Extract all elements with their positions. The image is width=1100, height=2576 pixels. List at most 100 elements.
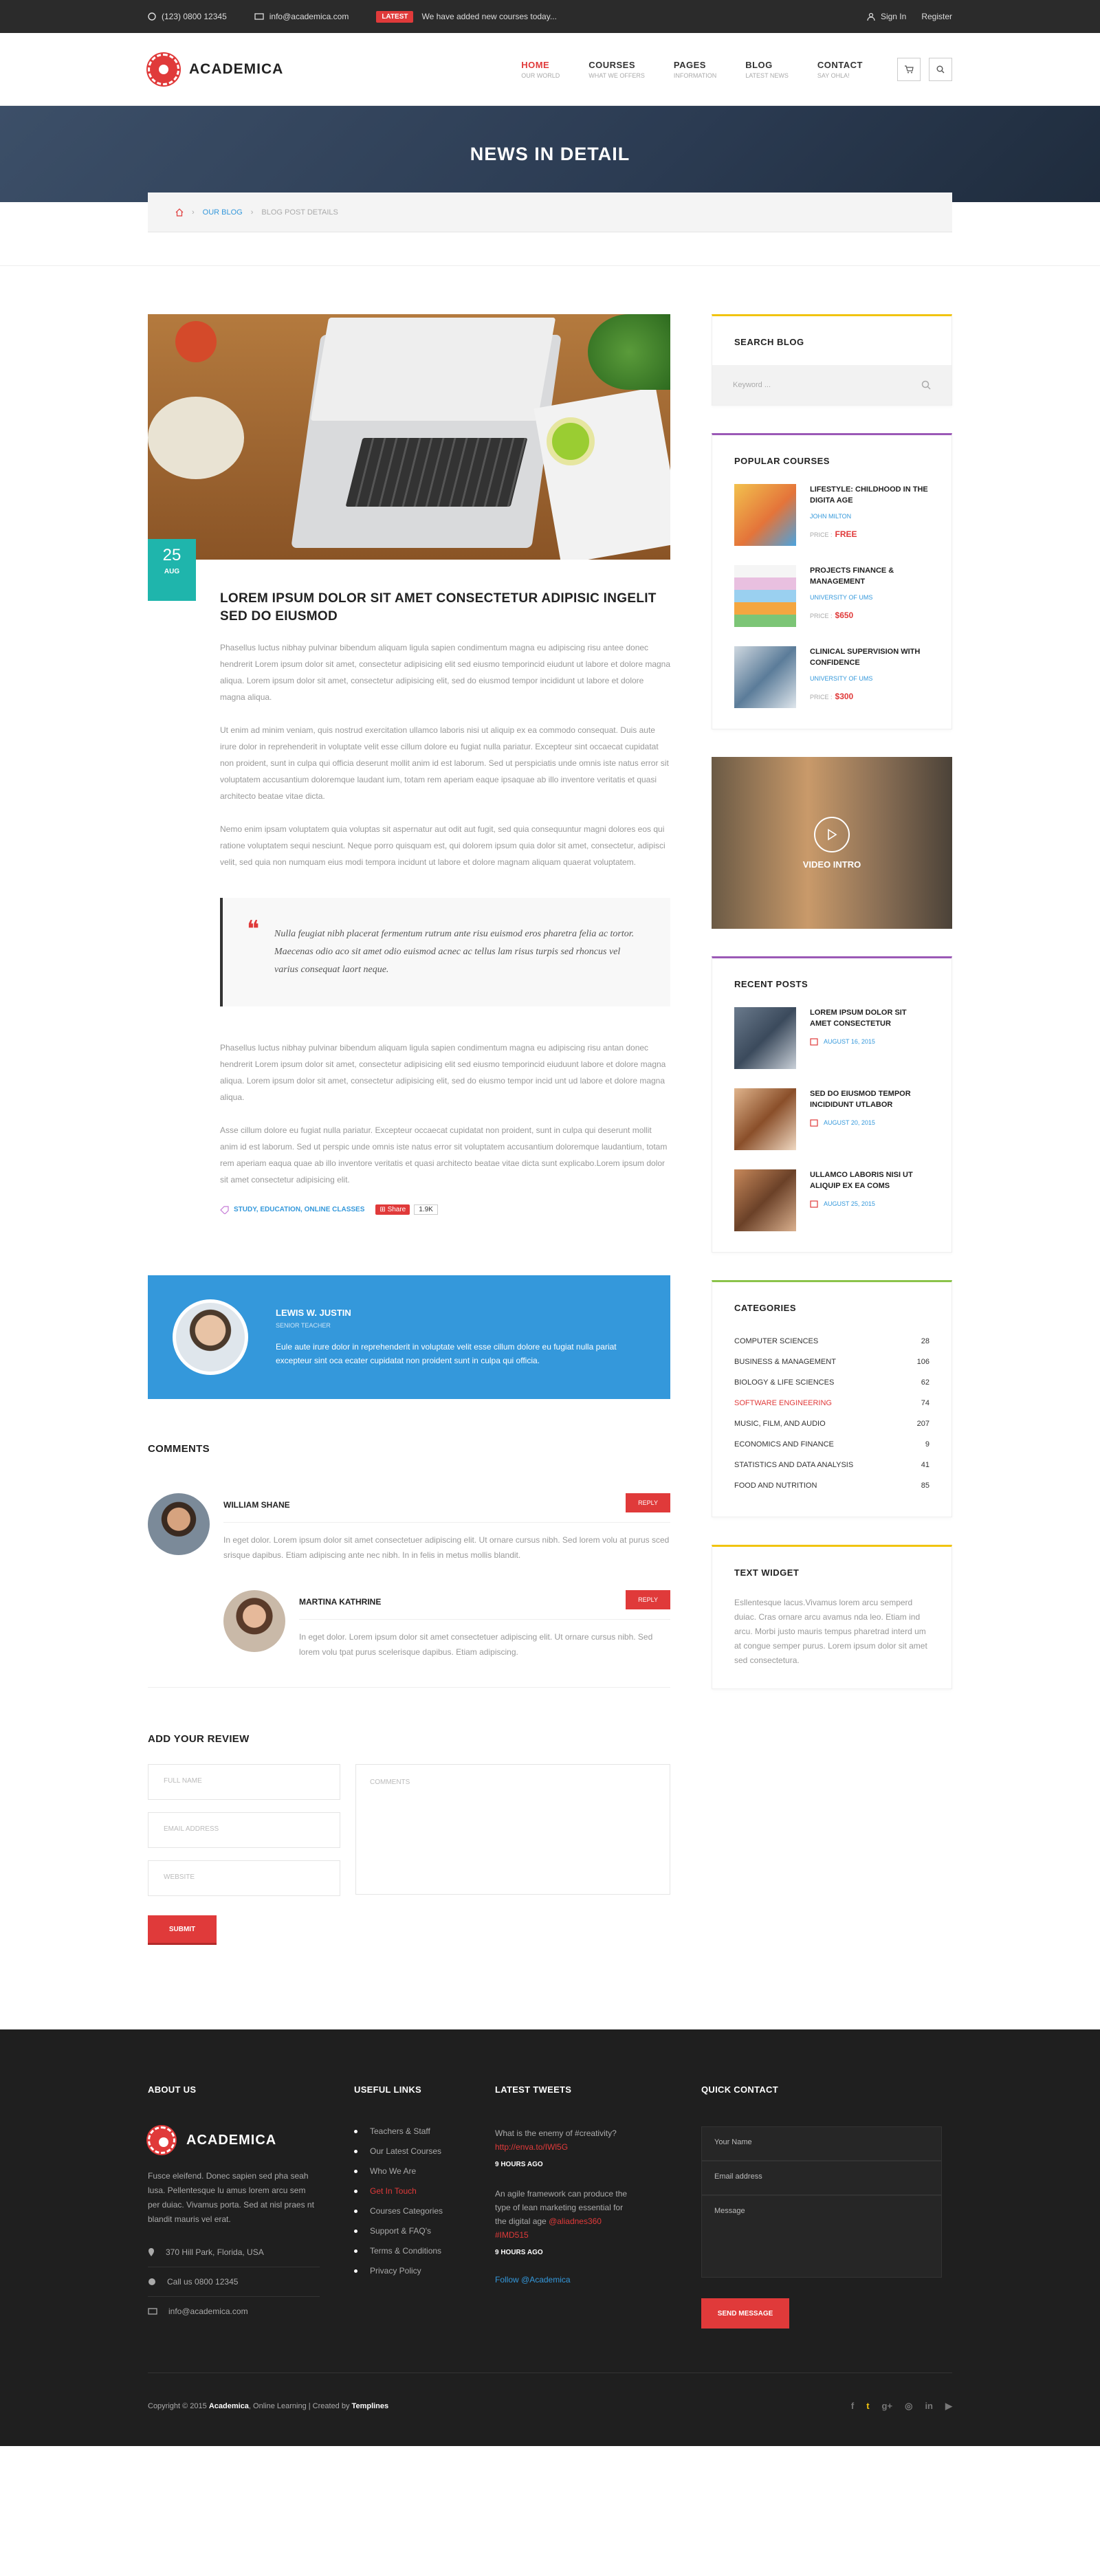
search-icon[interactable] <box>921 380 931 390</box>
nav-home[interactable]: HOME OUR WORLD <box>521 60 560 79</box>
post-thumbnail <box>734 1007 796 1069</box>
footer-about-text: Fusce eleifend. Donec sapien sed pha sea… <box>148 2171 314 2224</box>
course-title: LIFESTYLE: CHILDHOOD IN THE DIGITA AGE <box>810 485 928 505</box>
full-name-input[interactable]: FULL NAME <box>148 1764 340 1800</box>
cart-icon <box>905 65 914 74</box>
submit-button[interactable]: SUBMIT <box>148 1915 217 1943</box>
reply-button[interactable]: REPLY <box>626 1590 670 1609</box>
quick-email-input[interactable]: Email address <box>701 2161 942 2195</box>
quick-name-input[interactable]: Your Name <box>701 2126 942 2161</box>
user-icon <box>867 12 875 21</box>
course-item[interactable]: PROJECTS FINANCE & MANAGEMENT UNIVERSITY… <box>734 565 930 627</box>
footer-phone: Call us 0800 12345 <box>148 2277 320 2297</box>
youtube-icon[interactable]: ▶ <box>945 2401 952 2412</box>
nav-label: PAGES <box>673 60 706 70</box>
comment-text: In eget dolor. Lorem ipsum dolor sit ame… <box>223 1535 670 1560</box>
category-item[interactable]: BIOLOGY & LIFE SCIENCES 62 <box>734 1372 930 1393</box>
search-button[interactable] <box>929 58 952 81</box>
breadcrumb-blog-link[interactable]: OUR BLOG <box>203 208 243 217</box>
footer-link[interactable]: Teachers & Staff <box>354 2126 495 2136</box>
facebook-icon[interactable]: f <box>851 2401 854 2412</box>
website-input[interactable]: WEBSITE <box>148 1860 340 1896</box>
follow-link[interactable]: Follow @Academica <box>495 2275 632 2285</box>
footer-link[interactable]: Who We Are <box>354 2166 495 2176</box>
recent-post[interactable]: LOREM IPSUM DOLOR SIT AMET CONSECTETUR A… <box>734 1007 930 1069</box>
course-author: JOHN MILTON <box>810 513 852 520</box>
search-blog-input[interactable]: Keyword ... <box>712 365 952 405</box>
date-day: 25 <box>162 546 182 564</box>
widget-title: POPULAR COURSES <box>734 456 830 466</box>
footer-link[interactable]: Get In Touch <box>354 2186 495 2196</box>
recent-post-date: AUGUST 16, 2015 <box>810 1037 930 1046</box>
quick-message-textarea[interactable]: Message <box>701 2195 942 2278</box>
twitter-icon[interactable]: t <box>866 2401 869 2412</box>
comments-textarea[interactable]: COMMENTS <box>355 1764 670 1895</box>
social-links: f t g+ ◎ in ▶ <box>839 2401 952 2412</box>
search-placeholder: Keyword ... <box>733 381 771 389</box>
course-item[interactable]: CLINICAL SUPERVISION WITH CONFIDENCE UNI… <box>734 646 930 708</box>
footer-link[interactable]: Privacy Policy <box>354 2266 495 2276</box>
widget-title: SEARCH BLOG <box>734 337 804 347</box>
comment-text: In eget dolor. Lorem ipsum dolor sit ame… <box>299 1632 653 1657</box>
post-paragraph: Ut enim ad minim veniam, quis nostrud ex… <box>220 725 669 801</box>
send-message-button[interactable]: SEND MESSAGE <box>701 2298 789 2329</box>
copyright-author[interactable]: Templines <box>352 2402 389 2410</box>
post-paragraph: Phasellus luctus nibhay pulvinar bibendu… <box>220 643 671 702</box>
tweet-text: What is the enemy of #creativity? <box>495 2128 617 2138</box>
logo-icon <box>148 2126 175 2154</box>
tweet-time: 9 HOURS AGO <box>495 2249 543 2256</box>
course-thumbnail <box>734 646 796 708</box>
category-item[interactable]: MUSIC, FILM, AND AUDIO 207 <box>734 1413 930 1434</box>
linkedin-icon[interactable]: in <box>925 2401 933 2412</box>
google-plus-icon[interactable]: g+ <box>882 2401 893 2412</box>
footer-link[interactable]: Our Latest Courses <box>354 2146 495 2156</box>
commenter-name: WILLIAM SHANE <box>223 1493 670 1523</box>
share-label: Share <box>387 1206 406 1213</box>
sidebar: SEARCH BLOG Keyword ... POPULAR COURSES … <box>712 314 952 1943</box>
search-icon <box>936 65 945 74</box>
sign-in-link[interactable]: Sign In <box>881 12 906 21</box>
category-item[interactable]: SOFTWARE ENGINEERING 74 <box>734 1393 930 1413</box>
recent-post[interactable]: ULLAMCO LABORIS NISI UT ALIQUIP EX EA CO… <box>734 1169 930 1231</box>
nav-blog[interactable]: BLOG LATEST NEWS <box>745 60 789 79</box>
instagram-icon[interactable]: ◎ <box>905 2401 912 2412</box>
email-input[interactable]: EMAIL ADDRESS <box>148 1812 340 1848</box>
category-item[interactable]: STATISTICS AND DATA ANALYSIS 41 <box>734 1455 930 1475</box>
home-icon[interactable] <box>175 208 184 217</box>
footer-link[interactable]: Support & FAQ's <box>354 2226 495 2236</box>
nav-contact[interactable]: CONTACT SAY OHLA! <box>817 60 863 79</box>
author-avatar <box>173 1299 248 1375</box>
category-item[interactable]: COMPUTER SCIENCES 28 <box>734 1331 930 1352</box>
video-intro[interactable]: VIDEO INTRO <box>712 757 952 929</box>
copyright-brand[interactable]: Academica <box>209 2402 249 2410</box>
tweet: What is the enemy of #creativity? http:/… <box>495 2126 632 2172</box>
course-item[interactable]: LIFESTYLE: CHILDHOOD IN THE DIGITA AGE J… <box>734 484 930 546</box>
footer-link[interactable]: Terms & Conditions <box>354 2246 495 2256</box>
footer-logo[interactable]: ACADEMICA <box>148 2126 320 2154</box>
reply-button[interactable]: REPLY <box>626 1493 670 1512</box>
main-nav: HOME OUR WORLD COURSES WHAT WE OFFERS PAGE… <box>492 60 863 79</box>
copyright: Copyright © 2015 Academica, Online Learn… <box>148 2402 388 2410</box>
category-item[interactable]: FOOD AND NUTRITION 85 <box>734 1475 930 1496</box>
tweet-link[interactable]: http://enva.to/IWl5G <box>495 2142 568 2152</box>
price-label: PRICE : <box>810 613 833 619</box>
nav-courses[interactable]: COURSES WHAT WE OFFERS <box>588 60 645 79</box>
review-form: FULL NAME EMAIL ADDRESS WEBSITE COMMENTS <box>148 1764 670 1908</box>
footer-email[interactable]: info@academica.com <box>148 2307 320 2326</box>
play-icon[interactable] <box>814 816 850 852</box>
footer-address: 370 Hill Park, Florida, USA <box>148 2247 320 2267</box>
cart-button[interactable] <box>897 58 921 81</box>
latest-text[interactable]: We have added new courses today... <box>421 12 556 21</box>
category-item[interactable]: ECONOMICS AND FINANCE 9 <box>734 1434 930 1455</box>
footer-link[interactable]: Courses Categories <box>354 2206 495 2216</box>
logo[interactable]: ACADEMICA <box>148 54 283 85</box>
topbar-email[interactable]: info@academica.com <box>254 12 349 21</box>
recent-post[interactable]: SED DO EIUSMOD TEMPOR INCIDIDUNT UTLABOR… <box>734 1088 930 1150</box>
share-button[interactable]: ⊞ Share <box>375 1204 410 1215</box>
register-link[interactable]: Register <box>921 12 952 21</box>
tag-links[interactable]: STUDY, EDUCATION, ONLINE CLASSES <box>234 1206 364 1213</box>
category-name: STATISTICS AND DATA ANALYSIS <box>734 1461 854 1469</box>
course-price: PRICE : FREE <box>810 529 930 539</box>
category-item[interactable]: BUSINESS & MANAGEMENT 106 <box>734 1352 930 1372</box>
nav-pages[interactable]: PAGES INFORMATION <box>674 60 716 79</box>
